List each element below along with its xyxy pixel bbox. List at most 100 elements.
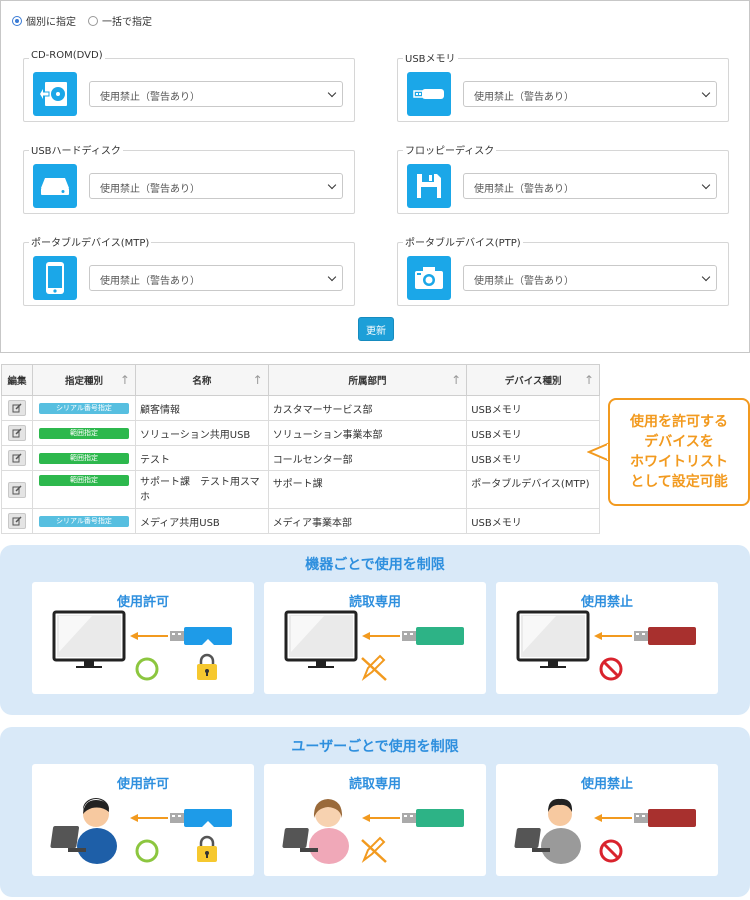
sort-arrow-icon[interactable]: ↑ <box>584 373 594 387</box>
table-row: シリアル番号指定 顧客情報 カスタマーサービス部 USBメモリ <box>1 395 600 421</box>
cdrom-policy-select[interactable]: 使用禁止（警告あり） <box>89 81 343 107</box>
prohibited-icon <box>599 839 623 863</box>
monitor-icon <box>52 610 126 668</box>
device-group-ptp: ポータブルデバイス(PTP) 使用禁止（警告あり） <box>397 234 729 306</box>
usb-stick-icon <box>634 809 696 827</box>
mtp-policy-select[interactable]: 使用禁止（警告あり） <box>89 265 343 291</box>
cell-dept: メディア事業本部 <box>267 508 468 534</box>
radio-individual[interactable] <box>12 15 22 26</box>
radio-bulk[interactable] <box>88 15 98 26</box>
col-header-name[interactable]: 名称 ↑ <box>134 364 269 396</box>
cell-device: USBメモリ <box>466 508 600 534</box>
user-at-pc-icon <box>282 799 349 864</box>
sort-arrow-icon[interactable]: ↑ <box>253 373 263 387</box>
whitelist-table: 編集 指定種別 ↑ 名称 ↑ 所属部門 ↑ デバイス種別 ↑ シリアル番号指定 顧客情報… <box>1 364 600 534</box>
select-value: 使用禁止（警告あり） <box>474 276 574 287</box>
card-deny: 使用禁止 <box>496 582 718 694</box>
select-value: 使用禁止（警告あり） <box>100 276 200 287</box>
col-header-device[interactable]: デバイス種別 ↑ <box>466 364 600 396</box>
edit-icon[interactable] <box>7 481 26 498</box>
arrow-icon <box>594 814 632 822</box>
arrow-icon <box>130 814 168 822</box>
card-allow: 使用許可 <box>32 582 254 694</box>
device-label: ポータブルデバイス(MTP) <box>29 234 152 249</box>
device-group-usb-memory: USBメモリ 使用禁止（警告あり） <box>397 50 729 122</box>
usb-stick-icon <box>402 809 464 827</box>
chevron-down-icon <box>327 180 337 190</box>
user-at-pc-icon <box>514 798 581 864</box>
allow-circle-icon <box>135 839 159 863</box>
card-user-deny: 使用禁止 <box>496 764 718 876</box>
callout-line: デバイスを <box>644 434 714 450</box>
cell-device: ポータブルデバイス(MTP) <box>466 470 600 509</box>
cell-dept: カスタマーサービス部 <box>267 395 468 421</box>
table-row: シリアル番号指定 メディア共用USB メディア事業本部 USBメモリ <box>1 508 600 534</box>
update-button[interactable]: 更新 <box>358 317 394 341</box>
floppy-policy-select[interactable]: 使用禁止（警告あり） <box>463 173 717 199</box>
select-value: 使用禁止（警告あり） <box>100 184 200 195</box>
arrow-icon <box>362 632 400 640</box>
monitor-icon <box>284 610 358 668</box>
device-group-usb-hdd: USBハードディスク 使用禁止（警告あり） <box>23 142 355 214</box>
device-label: ポータブルデバイス(PTP) <box>403 234 523 249</box>
sort-arrow-icon[interactable]: ↑ <box>451 373 461 387</box>
cdrom-icon <box>33 72 77 116</box>
usb-stick-icon <box>170 809 232 827</box>
device-label: USBハードディスク <box>29 142 123 157</box>
lock-icon <box>197 835 217 862</box>
usb-stick-icon <box>170 627 232 645</box>
table-row: 範囲指定 テスト コールセンター部 USBメモリ <box>1 445 600 471</box>
card-user-allow: 使用許可 <box>32 764 254 876</box>
user-at-pc-icon <box>50 798 117 864</box>
col-header-edit: 編集 <box>1 364 33 396</box>
deny-illustration <box>516 610 696 681</box>
device-label: フロッピーディスク <box>403 142 497 157</box>
usb-memory-policy-select[interactable]: 使用禁止（警告あり） <box>463 81 717 107</box>
table-row: 範囲指定 サポート課 テスト用スマホ サポート課 ポータブルデバイス(MTP) <box>1 470 600 509</box>
cell-name: テスト <box>134 445 269 471</box>
edit-icon[interactable] <box>7 400 26 416</box>
whitelist-callout: 使用を許可する デバイスを ホワイトリスト として設定可能 <box>608 398 750 506</box>
edit-icon[interactable] <box>7 513 26 529</box>
table-header-row: 編集 指定種別 ↑ 名称 ↑ 所属部門 ↑ デバイス種別 ↑ <box>1 364 600 396</box>
cell-name: 顧客情報 <box>134 395 269 421</box>
user-allow-illustration <box>50 798 232 864</box>
device-group-floppy: フロッピーディスク 使用禁止（警告あり） <box>397 142 729 214</box>
select-value: 使用禁止（警告あり） <box>474 92 574 103</box>
sort-arrow-icon[interactable]: ↑ <box>120 373 130 387</box>
cell-dept: コールセンター部 <box>267 445 468 471</box>
callout-line: 使用を許可する <box>630 414 728 430</box>
cell-name: メディア共用USB <box>134 508 269 534</box>
ptp-policy-select[interactable]: 使用禁止（警告あり） <box>463 265 717 291</box>
cell-device: USBメモリ <box>466 445 600 471</box>
card-user-readonly: 読取専用 <box>264 764 486 876</box>
select-value: 使用禁止（警告あり） <box>474 184 574 195</box>
cell-name: サポート課 テスト用スマホ <box>134 470 269 509</box>
allow-circle-icon <box>135 657 159 681</box>
no-write-pencil-icon <box>361 654 387 681</box>
type-badge: 範囲指定 <box>38 475 129 486</box>
col-header-type[interactable]: 指定種別 ↑ <box>31 364 136 396</box>
arrow-icon <box>362 814 400 822</box>
chevron-down-icon <box>327 88 337 98</box>
no-write-pencil-icon <box>361 836 387 863</box>
cell-dept: サポート課 <box>267 470 468 509</box>
card-readonly: 読取専用 <box>264 582 486 694</box>
device-group-mtp: ポータブルデバイス(MTP) 使用禁止（警告あり） <box>23 234 355 306</box>
device-label: USBメモリ <box>403 50 458 65</box>
user-deny-illustration <box>514 798 696 864</box>
radio-bulk-label[interactable]: 一括で指定 <box>102 13 152 28</box>
edit-icon[interactable] <box>7 425 26 441</box>
monitor-icon <box>516 610 590 668</box>
device-settings-panel: 個別に指定 一括で指定 CD-ROM(DVD) 使用禁止（警告あり） USBメモ… <box>0 0 750 353</box>
radio-individual-label[interactable]: 個別に指定 <box>26 13 76 28</box>
section-title: ユーザーごとで使用を制限 <box>291 739 459 755</box>
type-badge: 範囲指定 <box>38 427 129 439</box>
usb-hdd-policy-select[interactable]: 使用禁止（警告あり） <box>89 173 343 199</box>
chevron-down-icon <box>701 180 711 190</box>
device-group-cdrom: CD-ROM(DVD) 使用禁止（警告あり） <box>23 50 355 122</box>
cell-dept: ソリューション事業本部 <box>267 420 468 446</box>
usb-stick-icon <box>634 627 696 645</box>
edit-icon[interactable] <box>7 450 26 466</box>
col-header-dept[interactable]: 所属部門 ↑ <box>267 364 468 396</box>
